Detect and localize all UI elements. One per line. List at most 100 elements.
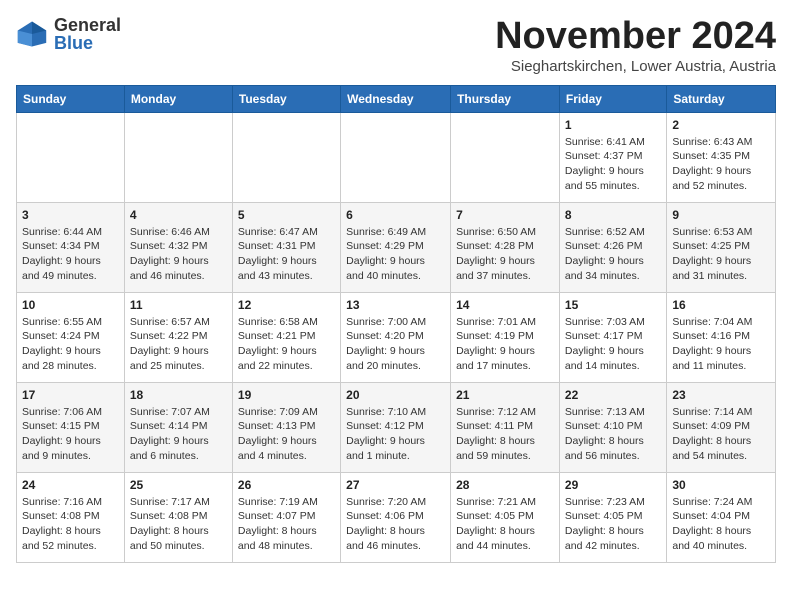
day-number: 3: [22, 208, 119, 222]
day-detail: Sunrise: 7:03 AM Sunset: 4:17 PM Dayligh…: [565, 315, 661, 374]
day-detail: Sunrise: 6:43 AM Sunset: 4:35 PM Dayligh…: [672, 135, 770, 194]
day-detail: Sunrise: 7:16 AM Sunset: 4:08 PM Dayligh…: [22, 495, 119, 554]
calendar-cell: 12Sunrise: 6:58 AM Sunset: 4:21 PM Dayli…: [232, 292, 340, 382]
day-number: 23: [672, 388, 770, 402]
calendar-cell: 27 Sunrise: 7:20 AM Sunset: 4:06 PM Dayli…: [341, 472, 451, 562]
calendar-cell: 10 Sunrise: 6:55 AM Sunset: 4:24 PM Dayli…: [17, 292, 125, 382]
day-detail: Sunrise: 7:00 AM Sunset: 4:20 PM Dayligh…: [346, 315, 445, 374]
calendar-cell: 3 Sunrise: 6:44 AM Sunset: 4:34 PM Daylig…: [17, 202, 125, 292]
calendar-cell: [124, 112, 232, 202]
day-number: 27: [346, 478, 445, 492]
day-detail: Sunrise: 7:07 AM Sunset: 4:14 PM Dayligh…: [130, 405, 227, 464]
calendar-cell: 7 Sunrise: 6:50 AM Sunset: 4:28 PM Daylig…: [451, 202, 560, 292]
day-detail: Sunrise: 6:44 AM Sunset: 4:34 PM Dayligh…: [22, 225, 119, 284]
calendar-week-5: 24 Sunrise: 7:16 AM Sunset: 4:08 PM Dayli…: [17, 472, 776, 562]
logo-text: General Blue: [54, 16, 121, 52]
logo-blue: Blue: [54, 34, 121, 52]
day-number: 30: [672, 478, 770, 492]
calendar-cell: 4Sunrise: 6:46 AM Sunset: 4:32 PM Daylig…: [124, 202, 232, 292]
calendar-cell: 15 Sunrise: 7:03 AM Sunset: 4:17 PM Dayli…: [559, 292, 666, 382]
day-detail: Sunrise: 6:41 AM Sunset: 4:37 PM Dayligh…: [565, 135, 661, 194]
day-number: 25: [130, 478, 227, 492]
calendar-table: SundayMondayTuesdayWednesdayThursdayFrid…: [16, 85, 776, 563]
day-number: 19: [238, 388, 335, 402]
calendar-body: 1 Sunrise: 6:41 AM Sunset: 4:37 PM Daylig…: [17, 112, 776, 562]
day-detail: Sunrise: 7:20 AM Sunset: 4:06 PM Dayligh…: [346, 495, 445, 554]
calendar-cell: 14 Sunrise: 7:01 AM Sunset: 4:19 PM Dayli…: [451, 292, 560, 382]
day-number: 10: [22, 298, 119, 312]
day-header-monday: Monday: [124, 85, 232, 112]
calendar-cell: 16 Sunrise: 7:04 AM Sunset: 4:16 PM Dayli…: [667, 292, 776, 382]
day-detail: Sunrise: 7:17 AM Sunset: 4:08 PM Dayligh…: [130, 495, 227, 554]
day-number: 20: [346, 388, 445, 402]
calendar-cell: 19 Sunrise: 7:09 AM Sunset: 4:13 PM Dayli…: [232, 382, 340, 472]
day-number: 22: [565, 388, 661, 402]
day-detail: Sunrise: 7:13 AM Sunset: 4:10 PM Dayligh…: [565, 405, 661, 464]
month-title: November 2024: [495, 16, 776, 58]
day-detail: Sunrise: 7:24 AM Sunset: 4:04 PM Dayligh…: [672, 495, 770, 554]
calendar-cell: 6 Sunrise: 6:49 AM Sunset: 4:29 PM Daylig…: [341, 202, 451, 292]
day-number: 28: [456, 478, 554, 492]
calendar-cell: 25 Sunrise: 7:17 AM Sunset: 4:08 PM Dayli…: [124, 472, 232, 562]
day-number: 6: [346, 208, 445, 222]
day-header-friday: Friday: [559, 85, 666, 112]
day-detail: Sunrise: 7:10 AM Sunset: 4:12 PM Dayligh…: [346, 405, 445, 464]
day-detail: Sunrise: 6:46 AM Sunset: 4:32 PM Dayligh…: [130, 225, 227, 284]
day-detail: Sunrise: 7:04 AM Sunset: 4:16 PM Dayligh…: [672, 315, 770, 374]
day-number: 2: [672, 118, 770, 132]
day-detail: Sunrise: 6:58 AM Sunset: 4:21 PM Dayligh…: [238, 315, 335, 374]
day-detail: Sunrise: 6:57 AM Sunset: 4:22 PM Dayligh…: [130, 315, 227, 374]
day-detail: Sunrise: 7:21 AM Sunset: 4:05 PM Dayligh…: [456, 495, 554, 554]
day-header-tuesday: Tuesday: [232, 85, 340, 112]
day-detail: Sunrise: 7:14 AM Sunset: 4:09 PM Dayligh…: [672, 405, 770, 464]
day-number: 11: [130, 298, 227, 312]
calendar-week-3: 10 Sunrise: 6:55 AM Sunset: 4:24 PM Dayli…: [17, 292, 776, 382]
day-detail: Sunrise: 7:09 AM Sunset: 4:13 PM Dayligh…: [238, 405, 335, 464]
day-detail: Sunrise: 7:12 AM Sunset: 4:11 PM Dayligh…: [456, 405, 554, 464]
day-detail: Sunrise: 7:01 AM Sunset: 4:19 PM Dayligh…: [456, 315, 554, 374]
calendar-cell: 24 Sunrise: 7:16 AM Sunset: 4:08 PM Dayli…: [17, 472, 125, 562]
calendar-cell: 22 Sunrise: 7:13 AM Sunset: 4:10 PM Dayli…: [559, 382, 666, 472]
header: General Blue November 2024 Sieghartskirc…: [16, 16, 776, 75]
day-number: 7: [456, 208, 554, 222]
calendar-week-4: 17Sunrise: 7:06 AM Sunset: 4:15 PM Dayli…: [17, 382, 776, 472]
day-detail: Sunrise: 6:52 AM Sunset: 4:26 PM Dayligh…: [565, 225, 661, 284]
calendar-header: SundayMondayTuesdayWednesdayThursdayFrid…: [17, 85, 776, 112]
calendar-cell: 5 Sunrise: 6:47 AM Sunset: 4:31 PM Daylig…: [232, 202, 340, 292]
day-header-wednesday: Wednesday: [341, 85, 451, 112]
calendar-week-2: 3 Sunrise: 6:44 AM Sunset: 4:34 PM Daylig…: [17, 202, 776, 292]
day-number: 18: [130, 388, 227, 402]
calendar-cell: [232, 112, 340, 202]
calendar-cell: 20 Sunrise: 7:10 AM Sunset: 4:12 PM Dayli…: [341, 382, 451, 472]
calendar-cell: 29 Sunrise: 7:23 AM Sunset: 4:05 PM Dayli…: [559, 472, 666, 562]
day-number: 16: [672, 298, 770, 312]
day-number: 8: [565, 208, 661, 222]
day-number: 24: [22, 478, 119, 492]
day-detail: Sunrise: 6:53 AM Sunset: 4:25 PM Dayligh…: [672, 225, 770, 284]
day-detail: Sunrise: 6:55 AM Sunset: 4:24 PM Dayligh…: [22, 315, 119, 374]
calendar-week-1: 1 Sunrise: 6:41 AM Sunset: 4:37 PM Daylig…: [17, 112, 776, 202]
calendar-cell: 30 Sunrise: 7:24 AM Sunset: 4:04 PM Dayli…: [667, 472, 776, 562]
day-detail: Sunrise: 7:06 AM Sunset: 4:15 PM Dayligh…: [22, 405, 119, 464]
calendar-cell: 23 Sunrise: 7:14 AM Sunset: 4:09 PM Dayli…: [667, 382, 776, 472]
day-detail: Sunrise: 6:47 AM Sunset: 4:31 PM Dayligh…: [238, 225, 335, 284]
calendar-cell: 26Sunrise: 7:19 AM Sunset: 4:07 PM Dayli…: [232, 472, 340, 562]
day-detail: Sunrise: 6:50 AM Sunset: 4:28 PM Dayligh…: [456, 225, 554, 284]
calendar-cell: 18 Sunrise: 7:07 AM Sunset: 4:14 PM Dayli…: [124, 382, 232, 472]
day-detail: Sunrise: 7:23 AM Sunset: 4:05 PM Dayligh…: [565, 495, 661, 554]
day-number: 15: [565, 298, 661, 312]
day-number: 14: [456, 298, 554, 312]
calendar-cell: [451, 112, 560, 202]
title-area: November 2024 Sieghartskirchen, Lower Au…: [495, 16, 776, 75]
calendar-cell: 1 Sunrise: 6:41 AM Sunset: 4:37 PM Daylig…: [559, 112, 666, 202]
day-number: 26: [238, 478, 335, 492]
day-number: 5: [238, 208, 335, 222]
calendar-cell: 13 Sunrise: 7:00 AM Sunset: 4:20 PM Dayli…: [341, 292, 451, 382]
day-number: 29: [565, 478, 661, 492]
day-number: 13: [346, 298, 445, 312]
calendar-cell: 17Sunrise: 7:06 AM Sunset: 4:15 PM Dayli…: [17, 382, 125, 472]
day-number: 1: [565, 118, 661, 132]
calendar-cell: 28 Sunrise: 7:21 AM Sunset: 4:05 PM Dayli…: [451, 472, 560, 562]
header-row: SundayMondayTuesdayWednesdayThursdayFrid…: [17, 85, 776, 112]
day-detail: Sunrise: 6:49 AM Sunset: 4:29 PM Dayligh…: [346, 225, 445, 284]
